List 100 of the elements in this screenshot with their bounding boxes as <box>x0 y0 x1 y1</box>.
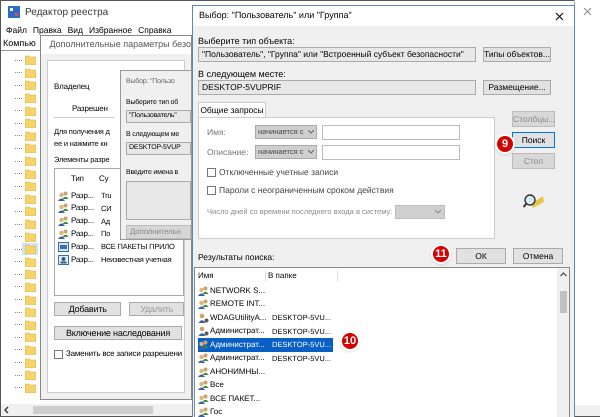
object-types-button[interactable]: Типы объектов... <box>483 47 551 62</box>
users-icon <box>198 340 209 350</box>
result-name: Все <box>210 379 225 392</box>
column-header[interactable]: В папке <box>266 270 338 282</box>
tree-item[interactable] <box>22 280 38 293</box>
scrollbar-thumb[interactable] <box>560 291 566 313</box>
unknown-user-icon <box>58 254 69 265</box>
folder-icon <box>24 244 36 254</box>
result-name: Администрат... <box>210 352 266 364</box>
tree-item[interactable] <box>22 356 38 369</box>
queries-tab[interactable]: Общие запросы <box>198 102 266 117</box>
tree-item[interactable] <box>22 344 38 356</box>
tree-item[interactable] <box>22 256 38 268</box>
result-name: Администрат... <box>210 325 266 338</box>
folder-icon <box>24 219 36 230</box>
field-label: Описание: <box>207 146 250 158</box>
folder-icon <box>24 55 36 66</box>
ok-button[interactable]: ОК <box>456 248 506 264</box>
tree-item[interactable] <box>22 155 38 168</box>
menu-item[interactable]: Правка <box>32 24 62 36</box>
tree-item[interactable] <box>22 218 38 230</box>
column-header[interactable]: Су <box>99 173 108 186</box>
description-input-field[interactable] <box>322 144 460 160</box>
inheritance-button[interactable]: Включение наследования <box>54 326 182 340</box>
result-row[interactable]: АНОНИМНЫ... <box>198 365 333 378</box>
tree-item[interactable] <box>22 168 38 180</box>
owner-label: Владелец <box>54 81 90 93</box>
users-icon <box>198 380 209 390</box>
tree-item[interactable] <box>22 205 38 218</box>
scrollbar-thumb[interactable] <box>33 406 153 414</box>
dialog-button[interactable]: Добавить <box>54 302 122 316</box>
side-button[interactable]: Поиск <box>512 132 555 148</box>
checkbox[interactable] <box>207 186 216 195</box>
days-dropdown[interactable] <box>395 204 446 218</box>
tree-item[interactable] <box>22 66 38 79</box>
scroll-up-icon[interactable] <box>560 272 566 277</box>
menu-item[interactable]: Вид <box>68 24 84 36</box>
column-header[interactable]: Тип <box>71 173 99 186</box>
folder-icon <box>24 269 36 280</box>
result-name: REMOTE INT... <box>210 298 266 310</box>
users-icon <box>198 353 209 364</box>
tree-item[interactable] <box>22 382 38 394</box>
tree-item[interactable] <box>22 130 38 142</box>
address-bar[interactable]: Компью <box>3 36 36 50</box>
package-icon <box>58 242 69 252</box>
chevron-down-icon <box>308 130 314 134</box>
tree-item[interactable] <box>22 369 38 382</box>
tree-item[interactable] <box>22 294 38 306</box>
result-row[interactable]: REMOTE INT... <box>198 298 333 311</box>
tree-item[interactable] <box>22 79 38 92</box>
checkbox-label: Пароли с неограниченным сроком действия <box>219 184 394 196</box>
result-name: ВСЕ ПАКЕТ... <box>210 392 262 405</box>
result-name: NETWORK S... <box>210 284 266 297</box>
checkbox-label: Отключенные учетные записи <box>219 166 338 179</box>
tree-item[interactable] <box>22 318 38 331</box>
names-input-field[interactable] <box>126 181 191 220</box>
result-row[interactable]: NETWORK S... <box>198 284 333 298</box>
tree-item[interactable] <box>22 331 38 344</box>
name-input-field[interactable] <box>322 124 460 140</box>
users-icon <box>58 203 69 214</box>
tree-item[interactable] <box>22 92 38 104</box>
folder-icon <box>24 370 36 380</box>
folder-icon <box>24 382 36 393</box>
menu-item[interactable]: Файл <box>6 24 27 36</box>
tree-item[interactable] <box>22 180 38 192</box>
tree-item[interactable] <box>22 54 38 66</box>
tree-item[interactable] <box>22 243 38 256</box>
menu-item[interactable]: Справка <box>138 24 172 36</box>
close-icon[interactable] <box>555 12 564 20</box>
tree-item[interactable] <box>22 117 38 130</box>
folder-icon <box>24 320 36 330</box>
tree-item[interactable] <box>22 268 38 280</box>
folder-icon <box>24 206 36 216</box>
users-icon <box>58 229 69 240</box>
permissions-tab[interactable]: Разрешен <box>70 103 110 115</box>
checkbox-label: Заменить все записи разрешени <box>66 348 182 360</box>
result-row[interactable]: Все <box>198 378 333 392</box>
location-button[interactable]: Размещение... <box>483 80 551 95</box>
field-label: В следующем месте: <box>198 68 286 79</box>
menu-item[interactable]: Избранное <box>89 24 132 36</box>
result-row[interactable]: ВСЕ ПАКЕТ... <box>198 392 333 406</box>
tree-item[interactable] <box>22 306 38 318</box>
results-label: Результаты поиска: <box>198 251 274 264</box>
checkbox[interactable] <box>54 350 63 359</box>
checkbox[interactable] <box>207 168 216 177</box>
field-label: Выберите тип объекта: <box>198 35 295 46</box>
result-name: Гос <box>210 406 224 417</box>
folder-icon <box>24 130 36 141</box>
tree-item[interactable] <box>22 192 38 205</box>
window-title: Выбор: "Пользователь" или "Группа" <box>199 9 352 22</box>
column-header[interactable]: Имя <box>198 270 266 282</box>
tree-item[interactable] <box>22 104 38 117</box>
tree-item[interactable] <box>22 142 38 154</box>
field-label: Имя: <box>207 126 227 138</box>
entry-type: Разр... <box>71 240 95 253</box>
tree-item[interactable] <box>22 230 38 243</box>
folder-icon <box>24 358 36 368</box>
folder-icon <box>24 232 36 242</box>
cancel-button[interactable]: Отмена <box>513 248 563 264</box>
folder-icon <box>24 181 36 192</box>
